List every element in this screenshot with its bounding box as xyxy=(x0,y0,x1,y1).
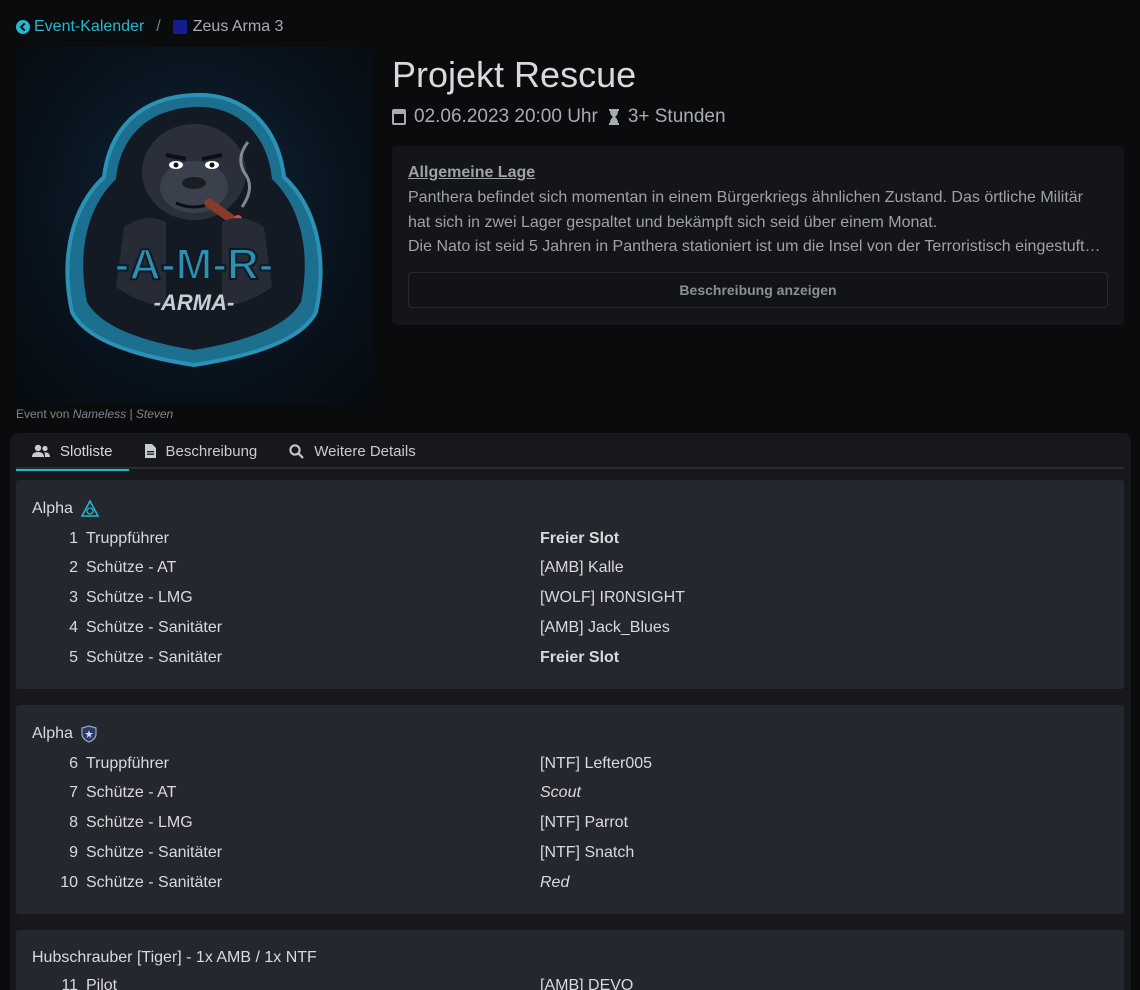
squad-group: Alpha 1 Truppführer Freier Slot 2 Schütz… xyxy=(16,480,1124,689)
slot-number: 10 xyxy=(60,874,78,891)
show-description-button[interactable]: Beschreibung anzeigen xyxy=(408,271,1108,308)
description-preview-card: Allgemeine Lage Panthera befindet sich m… xyxy=(392,146,1124,325)
slot-role: Truppführer xyxy=(86,755,169,772)
event-meta: 02.06.2023 20:00 Uhr 3+ Stunden xyxy=(392,106,726,128)
squad-name: Alpha xyxy=(32,725,73,742)
description-line: Die Nato ist seid 5 Jahren in Panthera s… xyxy=(408,238,1108,255)
slot-user: [NTF] Parrot xyxy=(540,814,629,831)
squad-title: Alpha xyxy=(32,725,97,743)
squad-name: Hubschrauber [Tiger] - 1x AMB / 1x NTF xyxy=(32,949,317,966)
author-name[interactable]: Nameless | Steven xyxy=(73,407,174,421)
slot-number: 6 xyxy=(69,755,78,772)
description-heading: Allgemeine Lage xyxy=(408,164,536,181)
slot-role: Schütze - LMG xyxy=(86,814,193,831)
breadcrumb-separator: / xyxy=(156,18,161,35)
slot-row: 8 Schütze - LMG [NTF] Parrot xyxy=(16,808,1124,838)
tab-label: Weitere Details xyxy=(314,442,416,460)
slot-role: Schütze - Sanitäter xyxy=(86,844,223,861)
event-logo-image: -A-M-R- -ARMA- xyxy=(16,47,372,403)
tab-bar: Slotliste Beschreibung Weitere Details xyxy=(16,433,1124,471)
tab-weitere-details[interactable]: Weitere Details xyxy=(273,433,431,469)
breadcrumb: Event-Kalender / Zeus Arma 3 xyxy=(16,18,283,36)
squad-name: Alpha xyxy=(32,500,73,517)
slot-row: 10 Schütze - Sanitäter Red xyxy=(16,868,1124,898)
slot-role: Schütze - AT xyxy=(86,784,177,801)
slot-row: 11 Pilot [AMB] DEVO xyxy=(16,971,1124,990)
description-line: Panthera befindet sich momentan in einem… xyxy=(408,189,1084,206)
slot-role: Schütze - AT xyxy=(86,559,177,576)
squad-title: Alpha xyxy=(32,500,99,518)
tab-slotliste[interactable]: Slotliste xyxy=(16,433,129,471)
users-icon xyxy=(32,444,50,457)
slot-row: 9 Schütze - Sanitäter [NTF] Snatch xyxy=(16,838,1124,868)
event-title: Projekt Rescue xyxy=(392,54,637,95)
tab-label: Slotliste xyxy=(60,442,113,460)
calendar-icon xyxy=(392,109,406,125)
slot-number: 8 xyxy=(69,814,78,831)
squad-group: Hubschrauber [Tiger] - 1x AMB / 1x NTF 1… xyxy=(16,930,1124,990)
triangle-squad-icon xyxy=(80,500,99,517)
squad-title: Hubschrauber [Tiger] - 1x AMB / 1x NTF xyxy=(32,949,317,967)
slot-free[interactable]: Freier Slot xyxy=(540,530,619,548)
squad-group: Alpha 6 Truppführer [NTF] Lefter005 7 Sc… xyxy=(16,705,1124,914)
slot-number: 2 xyxy=(69,559,78,576)
description-line: hat sich in zwei Lager gespaltet und bek… xyxy=(408,213,938,231)
slot-row: 6 Truppführer [NTF] Lefter005 xyxy=(16,749,1124,779)
tab-label: Beschreibung xyxy=(165,442,258,460)
shield-squad-icon xyxy=(81,725,97,743)
slot-free[interactable]: Freier Slot xyxy=(540,649,619,667)
slot-number: 7 xyxy=(69,784,78,801)
slot-number: 5 xyxy=(69,649,78,666)
slot-reserved: Scout xyxy=(540,784,581,801)
gorilla-logo-icon: -A-M-R- -ARMA- xyxy=(16,47,372,403)
game-color-square-icon xyxy=(172,20,187,34)
hourglass-icon xyxy=(608,109,619,125)
slot-role: Schütze - Sanitäter xyxy=(86,649,223,666)
slot-user: [AMB] Kalle xyxy=(540,559,624,576)
slot-row: 2 Schütze - AT [AMB] Kalle xyxy=(16,553,1124,583)
slot-user: [WOLF] IR0NSIGHT xyxy=(540,589,685,606)
event-author: Event von Nameless | Steven xyxy=(16,407,173,421)
event-duration: 3+ Stunden xyxy=(627,106,726,127)
slot-row: 1 Truppführer Freier Slot xyxy=(16,524,1124,554)
circle-arrow-left-icon[interactable] xyxy=(16,20,30,34)
slot-row: 7 Schütze - AT Scout xyxy=(16,778,1124,808)
slot-number: 4 xyxy=(69,619,78,636)
slot-user: [AMB] DEVO xyxy=(540,977,634,990)
svg-text:-ARMA-: -ARMA- xyxy=(154,290,235,315)
slot-role: Truppführer xyxy=(86,530,169,547)
slot-user: [AMB] Jack_Blues xyxy=(540,619,670,636)
svg-text:-A-M-R-: -A-M-R- xyxy=(115,240,274,289)
author-prefix: Event von xyxy=(16,407,70,421)
slot-number: 9 xyxy=(69,844,78,861)
slot-role: Schütze - Sanitäter xyxy=(86,874,223,891)
slot-number: 1 xyxy=(69,530,78,547)
slot-role: Schütze - LMG xyxy=(86,589,193,606)
slot-user: [NTF] Lefter005 xyxy=(540,755,653,772)
slot-user: [NTF] Snatch xyxy=(540,844,635,861)
slot-row: 3 Schütze - LMG [WOLF] IR0NSIGHT xyxy=(16,583,1124,613)
description-text: Panthera befindet sich momentan in einem… xyxy=(408,186,1108,260)
breadcrumb-link-event-calendar[interactable]: Event-Kalender xyxy=(34,18,144,36)
slot-row: 5 Schütze - Sanitäter Freier Slot xyxy=(16,643,1124,673)
breadcrumb-current: Zeus Arma 3 xyxy=(192,18,284,35)
file-icon xyxy=(144,444,156,458)
slot-row: 4 Schütze - Sanitäter [AMB] Jack_Blues xyxy=(16,613,1124,643)
slot-reserved: Red xyxy=(540,874,570,891)
tab-beschreibung[interactable]: Beschreibung xyxy=(129,433,274,469)
search-icon xyxy=(289,443,305,459)
event-datetime: 02.06.2023 20:00 Uhr xyxy=(414,106,598,127)
slotlist-panel: Slotliste Beschreibung Weitere Details A… xyxy=(10,433,1131,990)
slot-role: Schütze - Sanitäter xyxy=(86,619,223,636)
slot-number: 3 xyxy=(69,589,78,606)
slot-number: 11 xyxy=(61,977,78,990)
slot-role: Pilot xyxy=(86,977,118,990)
